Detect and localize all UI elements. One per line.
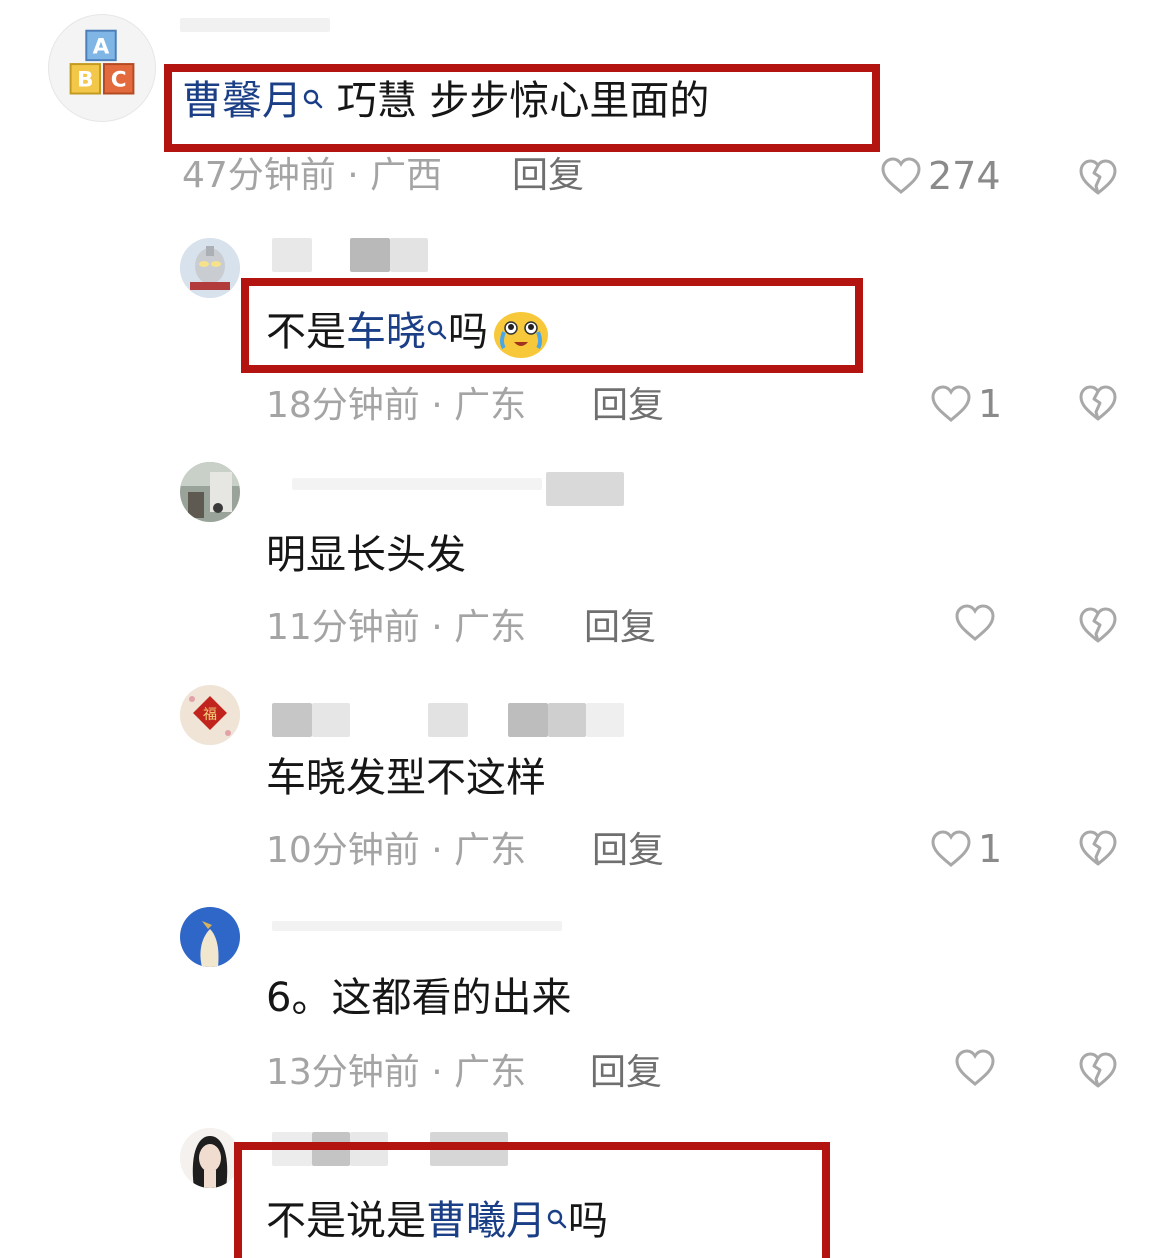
mention-link[interactable]: 曹曦月 — [426, 1198, 546, 1244]
heart-outline-icon — [881, 157, 921, 194]
heart-outline-icon — [931, 830, 971, 867]
svg-text:福: 福 — [203, 707, 217, 723]
search-icon[interactable] — [546, 1192, 568, 1242]
avatar-portrait[interactable] — [180, 1128, 240, 1188]
heart-outline-icon — [955, 604, 995, 641]
avatar-abc-blocks[interactable]: A B C — [48, 14, 156, 122]
comment-meta: 11分钟前 · 广东 — [266, 607, 527, 648]
comment-text: 不是车晓吗 — [266, 307, 550, 360]
dislike-button[interactable] — [1078, 158, 1118, 196]
blurred-username[interactable] — [272, 472, 632, 506]
like-button[interactable] — [954, 604, 1002, 642]
mention-link[interactable]: 车晓 — [346, 309, 426, 355]
heart-outline-icon — [955, 1049, 995, 1086]
time: 18分钟前 — [266, 385, 420, 426]
crying-laughing-emoji — [492, 308, 550, 360]
like-button[interactable]: 274 — [880, 154, 1001, 198]
comment-meta: 10分钟前 · 广东 — [266, 830, 527, 871]
reply-button[interactable]: 回复 — [512, 154, 584, 198]
comment-text: 6。这都看的出来 — [266, 975, 572, 1021]
region: 广东 — [454, 830, 527, 871]
reply-button[interactable]: 回复 — [584, 606, 656, 650]
broken-heart-icon — [1079, 607, 1117, 643]
blurred-username[interactable] — [272, 238, 462, 272]
avatar-blue-sky[interactable] — [180, 907, 240, 967]
search-icon[interactable] — [426, 303, 448, 353]
like-count: 1 — [978, 382, 1003, 426]
comment-text: 明显长头发 — [266, 532, 466, 578]
time: 11分钟前 — [266, 607, 420, 648]
broken-heart-icon — [1079, 830, 1117, 866]
reply-button[interactable]: 回复 — [592, 829, 664, 873]
broken-heart-icon — [1079, 159, 1117, 195]
like-count: 274 — [928, 154, 1001, 198]
comment-text: 车晓发型不这样 — [266, 755, 546, 801]
svg-text:A: A — [93, 34, 110, 59]
region: 广东 — [454, 607, 527, 648]
like-count: 1 — [978, 827, 1003, 871]
avatar-fu-character[interactable]: 福 — [180, 685, 240, 745]
region: 广西 — [370, 155, 443, 196]
comment-4: 福 车晓发型不这样 10分钟前 · 广东 回复 1 — [0, 675, 1170, 897]
mention-link[interactable]: 曹馨月 — [182, 78, 302, 124]
like-button[interactable]: 1 — [930, 382, 1002, 426]
comment-meta: 13分钟前 · 广东 — [266, 1052, 527, 1093]
comment-text: 不是说是曹曦月吗 — [266, 1196, 608, 1246]
comment-2: 不是车晓吗 18分钟前 · 广东 回复 1 — [0, 220, 1170, 450]
comment-meta: 18分钟前 · 广东 — [266, 385, 527, 426]
comment-text: 曹馨月 巧慧 步步惊心里面的 — [182, 76, 709, 126]
blurred-username[interactable] — [272, 703, 632, 737]
broken-heart-icon — [1079, 1052, 1117, 1088]
comment-6: 不是说是曹曦月吗 — [0, 1120, 1170, 1258]
dislike-button[interactable] — [1078, 1051, 1118, 1089]
search-icon[interactable] — [302, 72, 324, 122]
time: 10分钟前 — [266, 830, 420, 871]
svg-text:B: B — [77, 68, 93, 93]
comment-5: 6。这都看的出来 13分钟前 · 广东 回复 — [0, 897, 1170, 1120]
comment-1: A B C 曹馨月 巧慧 步步惊心里面的 47分钟前 · 广西 回复 274 — [0, 0, 1170, 220]
time: 13分钟前 — [266, 1052, 420, 1093]
avatar-street-photo[interactable] — [180, 462, 240, 522]
region: 广东 — [454, 1052, 527, 1093]
reply-button[interactable]: 回复 — [590, 1051, 662, 1095]
heart-outline-icon — [931, 385, 971, 422]
comment-3: 明显长头发 11分钟前 · 广东 回复 — [0, 450, 1170, 675]
broken-heart-icon — [1079, 385, 1117, 421]
dislike-button[interactable] — [1078, 384, 1118, 422]
svg-text:C: C — [111, 68, 127, 93]
dislike-button[interactable] — [1078, 829, 1118, 867]
like-button[interactable] — [954, 1049, 1002, 1087]
blurred-username[interactable] — [180, 18, 340, 38]
comment-meta: 47分钟前 · 广西 — [182, 155, 443, 196]
region: 广东 — [454, 385, 527, 426]
avatar-ultraman[interactable] — [180, 238, 240, 298]
blurred-username[interactable] — [272, 917, 572, 951]
like-button[interactable]: 1 — [930, 827, 1002, 871]
time: 47分钟前 — [182, 155, 336, 196]
reply-button[interactable]: 回复 — [592, 384, 664, 428]
dislike-button[interactable] — [1078, 606, 1118, 644]
